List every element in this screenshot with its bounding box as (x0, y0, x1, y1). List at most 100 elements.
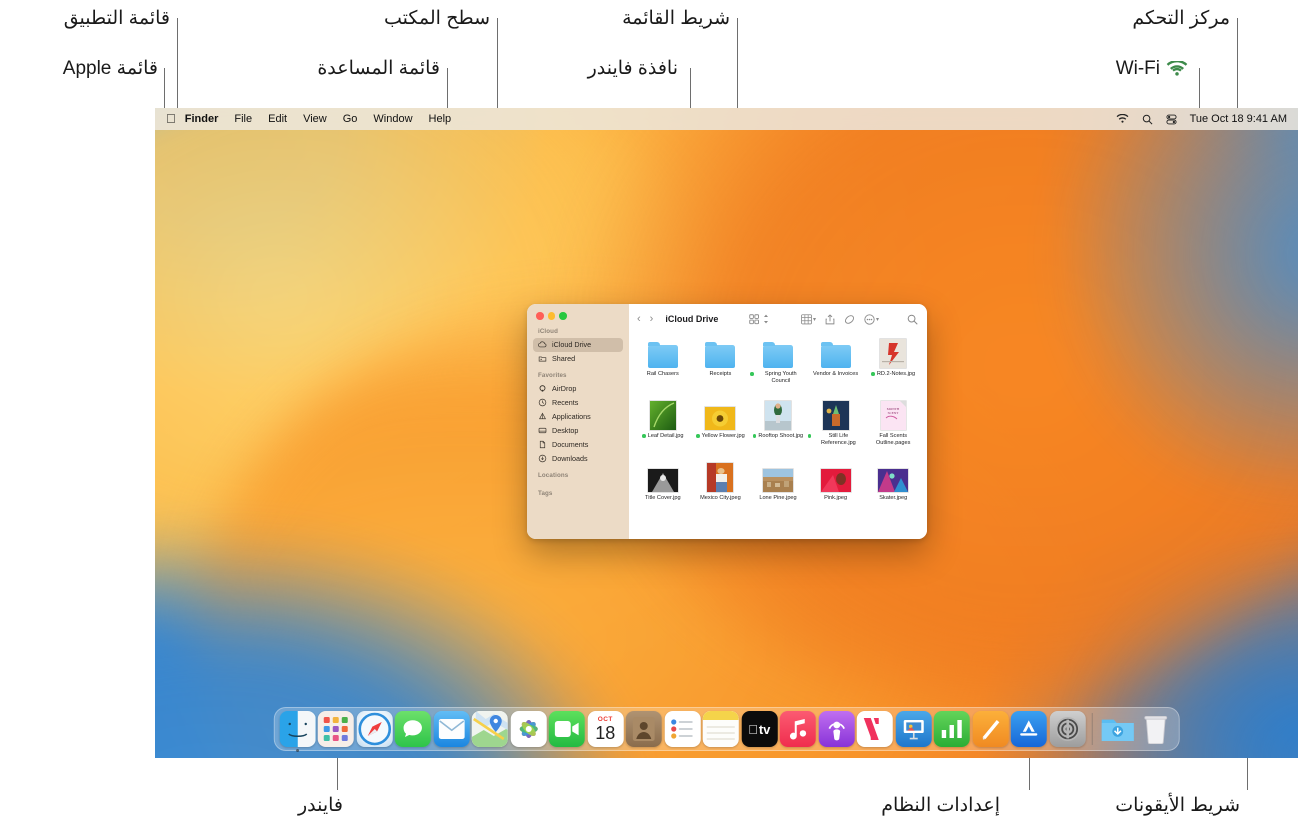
menu-item-edit[interactable]: Edit (268, 113, 287, 125)
dock-item-mail[interactable] (433, 711, 469, 747)
file-label: Fall Scents Outline.pages (865, 433, 921, 447)
minimize-button[interactable] (548, 312, 556, 320)
dock-item-appletv[interactable]:  tv (741, 711, 777, 747)
search-icon[interactable] (907, 314, 918, 325)
file-item[interactable]: Rooftop Shoot.jpg (750, 400, 806, 462)
sidebar-item-airdrop[interactable]: AirDrop (533, 382, 623, 396)
dock[interactable]: OCT 18 (273, 707, 1180, 751)
menu-item-help[interactable]: Help (429, 113, 452, 125)
file-item[interactable]: Receipts (693, 338, 749, 400)
dock-item-podcasts[interactable] (818, 711, 854, 747)
file-item[interactable]: Leaf Detail.jpg (635, 400, 691, 462)
sidebar-item-desktop[interactable]: Desktop (533, 424, 623, 438)
tag-icon[interactable] (844, 314, 855, 325)
forward-chevron-icon[interactable]: › (650, 314, 654, 325)
sidebar-item-downloads[interactable]: Downloads (533, 452, 623, 466)
file-item[interactable]: RD.2-Notes.jpg (865, 338, 921, 400)
sidebar-section-favorites: Favorites (538, 372, 623, 379)
dock-item-trash[interactable] (1138, 711, 1174, 747)
menu-item-finder[interactable]: Finder (185, 113, 219, 125)
annotation-wifi-label: Wi-Fi (1116, 58, 1160, 81)
downloads-icon (538, 454, 547, 463)
image-thumbnail (819, 462, 853, 492)
file-label: Spring Youth Council (750, 371, 806, 385)
dock-item-messages[interactable] (395, 711, 431, 747)
annotation-wifi: Wi-Fi (1116, 58, 1188, 81)
spotlight-search-icon[interactable] (1142, 114, 1153, 125)
menu-bar-clock[interactable]: Tue Oct 18 9:41 AM (1190, 113, 1287, 125)
file-item[interactable]: Spring Youth Council (750, 338, 806, 400)
finder-window[interactable]: iCloud iCloud Drive Shared Favorites Air… (527, 304, 927, 539)
dock-item-calendar[interactable]: OCT 18 (587, 711, 623, 747)
dock-item-appstore[interactable] (1011, 711, 1047, 747)
dock-item-photos[interactable] (510, 711, 546, 747)
folder-icon (819, 338, 853, 368)
sidebar-item-label: Downloads (552, 454, 588, 463)
apple-logo-icon[interactable]:  (166, 112, 176, 125)
status-dot (871, 372, 875, 376)
folder-icon (646, 338, 680, 368)
file-label: RD.2-Notes.jpg (871, 371, 915, 378)
menu-item-go[interactable]: Go (343, 113, 358, 125)
annotation-dock: شريط الأيقونات (1115, 795, 1240, 818)
image-thumbnail (876, 338, 910, 368)
file-item[interactable]: Mexico City.jpeg (693, 462, 749, 524)
sidebar-item-icloud-drive[interactable]: iCloud Drive (533, 338, 623, 352)
sidebar-item-label: AirDrop (552, 384, 576, 393)
sidebar-item-shared[interactable]: Shared (533, 352, 623, 366)
file-label: Pink.jpeg (824, 495, 847, 502)
menu-item-view[interactable]: View (303, 113, 327, 125)
file-item[interactable]: Lone Pine.jpeg (750, 462, 806, 524)
airdrop-icon (538, 384, 547, 393)
dock-item-keynote[interactable] (895, 711, 931, 747)
back-chevron-icon[interactable]: ‹ (637, 314, 641, 325)
group-by-icon[interactable]: ▾ (801, 314, 816, 325)
annotation-finder: فايندر (298, 795, 343, 818)
file-item[interactable]: Yellow Flower.jpg (693, 400, 749, 462)
dock-item-maps[interactable] (472, 711, 508, 747)
dock-item-facetime[interactable] (549, 711, 585, 747)
sidebar-item-documents[interactable]: Documents (533, 438, 623, 452)
dock-item-music[interactable] (780, 711, 816, 747)
dock-item-news[interactable] (857, 711, 893, 747)
view-options-icon[interactable] (749, 314, 769, 325)
callout-line-help-menu (447, 68, 448, 108)
dock-item-numbers[interactable] (934, 711, 970, 747)
share-icon[interactable] (825, 314, 835, 325)
close-button[interactable] (536, 312, 544, 320)
dock-item-notes[interactable] (703, 711, 739, 747)
dock-item-pages[interactable] (972, 711, 1008, 747)
dock-item-reminders[interactable] (664, 711, 700, 747)
dock-item-system-settings[interactable] (1049, 711, 1085, 747)
sidebar-item-label: Shared (552, 354, 575, 363)
file-item[interactable]: Still Life Reference.jpg (808, 400, 864, 462)
control-center-icon[interactable] (1166, 114, 1177, 125)
file-item[interactable]: Title Cover.jpg (635, 462, 691, 524)
wifi-icon[interactable] (1116, 114, 1129, 124)
callout-line-wifi (1199, 68, 1200, 110)
dock-item-downloads-folder[interactable] (1099, 711, 1135, 747)
finder-path-title: iCloud Drive (665, 314, 718, 324)
file-item[interactable]: Vendor & Invoices (808, 338, 864, 400)
more-actions-icon[interactable]: ▾ (864, 314, 879, 325)
image-thumbnail (703, 462, 737, 492)
sidebar-item-label: Recents (552, 398, 578, 407)
zoom-button[interactable] (559, 312, 567, 320)
sidebar-item-recents[interactable]: Recents (533, 396, 623, 410)
file-item[interactable]: Pink.jpeg (808, 462, 864, 524)
document-icon (538, 440, 547, 449)
menu-item-window[interactable]: Window (373, 113, 412, 125)
menu-item-file[interactable]: File (234, 113, 252, 125)
file-item[interactable]: MONTHSCENT Fall Scents Outline.pages (865, 400, 921, 462)
file-label: Rooftop Shoot.jpg (753, 433, 803, 440)
dock-item-finder[interactable] (279, 711, 315, 747)
file-item[interactable]: Skater.jpeg (865, 462, 921, 524)
sidebar-item-applications[interactable]: Applications (533, 410, 623, 424)
dock-item-contacts[interactable] (626, 711, 662, 747)
dock-item-safari[interactable] (356, 711, 392, 747)
wifi-icon (1166, 61, 1188, 78)
file-item[interactable]: Rail Chasers (635, 338, 691, 400)
annotation-desktop: سطح المكتب (384, 8, 490, 31)
callout-line-apple-menu (164, 68, 165, 108)
dock-item-launchpad[interactable] (318, 711, 354, 747)
